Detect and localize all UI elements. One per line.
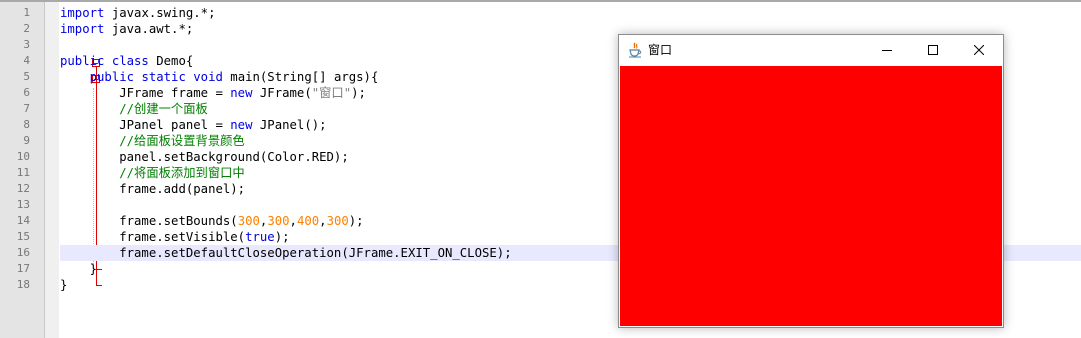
code-token: frame.setBounds( [60,214,238,228]
code-token: frame.setDefaultCloseOperation(JFrame.EX… [60,246,512,260]
code-token: ); [348,214,364,228]
line-number: 16 [16,246,30,259]
line-number: 14 [16,214,30,227]
code-token: "窗口" [311,86,352,100]
code-token: Demo{ [148,54,194,68]
code-token: //创建一个面板 [119,102,208,116]
java-cup-icon [627,42,643,58]
code-token: javax.swing.*; [104,6,216,20]
line-number: 7 [23,102,30,115]
code-token: import [60,6,105,20]
line-number: 11 [16,166,30,179]
code-token: JFrame frame = [60,86,231,100]
window-titlebar[interactable]: 窗口 [619,35,1003,66]
line-number: 10 [16,150,30,163]
code-token: ); [351,86,366,100]
code-token: new [230,86,253,100]
code-token: JPanel panel = [60,118,231,132]
code-token: JPanel(); [252,118,327,132]
window-title: 窗口 [648,43,673,57]
code-token: main(String[] args){ [222,70,379,84]
code-token: new [230,118,253,132]
line-number: 9 [23,134,30,147]
java-frame-window[interactable]: 窗口 [618,34,1004,328]
line-number: 13 [16,198,30,211]
line-number: 5 [23,70,30,83]
maximize-icon [928,45,938,55]
code-token: public class [60,54,149,68]
code-token: import [60,22,105,36]
line-number: 3 [23,38,30,51]
minimize-icon [882,50,892,51]
code-line: import javax.swing.*; [60,5,1081,21]
code-token: true [245,230,275,244]
code-token: , [319,214,327,228]
code-token: 400 [296,214,320,228]
code-token: 300 [237,214,260,228]
line-number: 1 [23,6,30,19]
line-number: 18 [16,278,30,291]
maximize-button[interactable] [910,35,956,66]
line-number-gutter: 1 2 3 4 5 6 7 8 9 10 11 12 13 14 15 16 17 18 [0,2,45,338]
code-token: java.awt.*; [104,22,194,36]
line-number: 12 [16,182,30,195]
code-token: public static void [89,70,223,84]
line-number: 15 [16,230,30,243]
code-token: ); [274,230,290,244]
code-token: frame.add(panel); [60,182,246,196]
line-number: 17 [16,262,30,275]
line-number: 8 [23,118,30,131]
code-token: 300 [267,214,290,228]
code-token: 300 [326,214,349,228]
line-number: 2 [23,22,30,35]
minimize-button[interactable] [864,35,910,66]
code-token: frame.setVisible( [60,230,246,244]
code-token: JFrame( [252,86,312,100]
close-button[interactable] [956,35,1002,66]
line-number: 6 [23,86,30,99]
red-panel [620,66,1002,326]
code-token: , [289,214,297,228]
code-token: //给面板设置背景颜色 [119,134,245,148]
line-number: 4 [23,54,30,67]
code-token: } [60,262,98,276]
code-token: } [60,278,68,292]
fold-margin [45,2,102,338]
close-icon [974,45,984,55]
code-token: panel.setBackground(Color.RED); [60,150,349,164]
code-token: //将面板添加到窗口中 [119,166,245,180]
